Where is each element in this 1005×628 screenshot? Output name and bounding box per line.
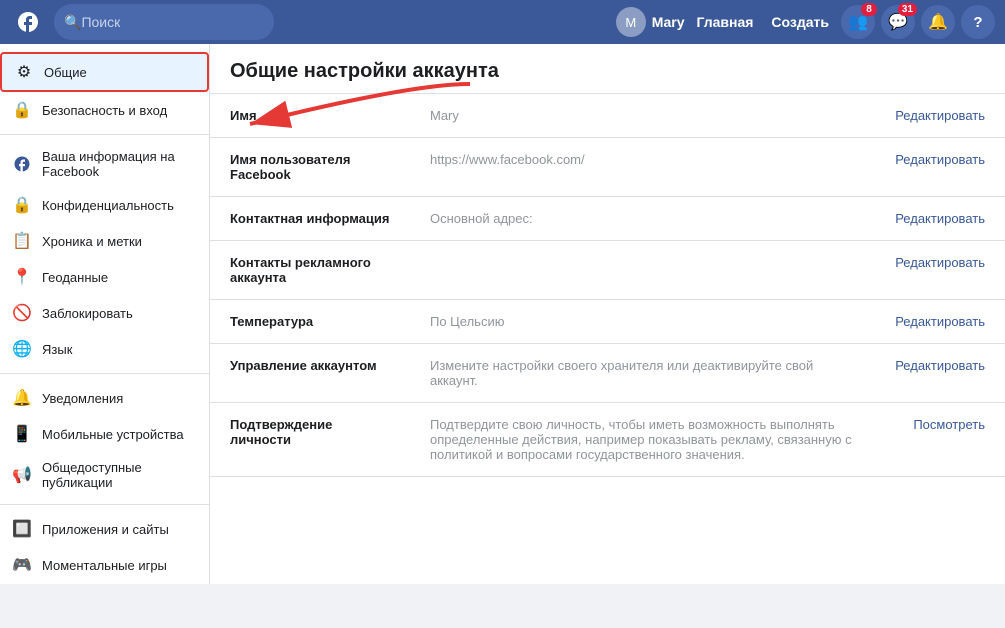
sidebar-label-2: Ваша информация на Facebook bbox=[42, 149, 197, 179]
sidebar-icon-11: 🔲 bbox=[12, 519, 32, 539]
settings-action-6[interactable]: Посмотреть bbox=[875, 403, 1005, 477]
sidebar-item-3[interactable]: 🔒 Конфиденциальность bbox=[0, 187, 209, 223]
sidebar-label-7: Язык bbox=[42, 342, 72, 357]
user-profile-link[interactable]: M Mary bbox=[616, 7, 685, 37]
settings-row-0: ИмяMaryРедактировать bbox=[210, 94, 1005, 138]
create-link[interactable]: Создать bbox=[765, 14, 835, 30]
settings-label-3: Контакты рекламного аккаунта bbox=[210, 241, 410, 300]
sidebar-icon-8: 🔔 bbox=[12, 388, 32, 408]
sidebar-label-11: Приложения и сайты bbox=[42, 522, 169, 537]
main-content: Общие настройки аккаунта ИмяMaryРедактир… bbox=[210, 44, 1005, 584]
sidebar-label-9: Мобильные устройства bbox=[42, 427, 184, 442]
friends-badge: 8 bbox=[861, 3, 877, 16]
sidebar-icon-3: 🔒 bbox=[12, 195, 32, 215]
sidebar-label-4: Хроника и метки bbox=[42, 234, 142, 249]
search-icon: 🔍 bbox=[64, 14, 81, 31]
settings-row-1: Имя пользователя Facebookhttps://www.fac… bbox=[210, 138, 1005, 197]
sidebar-icon-10: 📢 bbox=[12, 465, 32, 485]
sidebar-item-4[interactable]: 📋 Хроника и метки bbox=[0, 223, 209, 259]
sidebar-item-1[interactable]: 🔒 Безопасность и вход bbox=[0, 92, 209, 128]
sidebar-icon-4: 📋 bbox=[12, 231, 32, 251]
settings-row-5: Управление аккаунтомИзмените настройки с… bbox=[210, 344, 1005, 403]
sidebar-label-8: Уведомления bbox=[42, 391, 123, 406]
settings-action-0[interactable]: Редактировать bbox=[875, 94, 1005, 138]
sidebar-item-5[interactable]: 📍 Геоданные bbox=[0, 259, 209, 295]
settings-action-3[interactable]: Редактировать bbox=[875, 241, 1005, 300]
sidebar-item-2[interactable]: Ваша информация на Facebook bbox=[0, 141, 209, 187]
settings-label-0: Имя bbox=[210, 94, 410, 138]
sidebar-label-12: Моментальные игры bbox=[42, 558, 167, 573]
sidebar-item-6[interactable]: 🚫 Заблокировать bbox=[0, 295, 209, 331]
settings-label-5: Управление аккаунтом bbox=[210, 344, 410, 403]
sidebar-icon-9: 📱 bbox=[12, 424, 32, 444]
sidebar-icon-6: 🚫 bbox=[12, 303, 32, 323]
sidebar-icon-2 bbox=[12, 154, 32, 174]
sidebar-item-7[interactable]: 🌐 Язык bbox=[0, 331, 209, 367]
messenger-badge: 31 bbox=[898, 3, 917, 16]
settings-value-6: Подтвердите свою личность, чтобы иметь в… bbox=[410, 403, 875, 477]
sidebar-icon-12: 🎮 bbox=[12, 555, 32, 575]
sidebar-item-0[interactable]: ⚙ Общие bbox=[0, 52, 209, 92]
settings-row-3: Контакты рекламного аккаунта Редактироват… bbox=[210, 241, 1005, 300]
sidebar-item-11[interactable]: 🔲 Приложения и сайты bbox=[0, 511, 209, 547]
settings-value-3 bbox=[410, 241, 875, 300]
sidebar-label-10: Общедоступные публикации bbox=[42, 460, 197, 490]
sidebar-label-5: Геоданные bbox=[42, 270, 108, 285]
settings-label-2: Контактная информация bbox=[210, 197, 410, 241]
settings-value-5: Измените настройки своего хранителя или … bbox=[410, 344, 875, 403]
content-header: Общие настройки аккаунта bbox=[210, 44, 1005, 94]
sidebar-icon-1: 🔒 bbox=[12, 100, 32, 120]
settings-label-4: Температура bbox=[210, 300, 410, 344]
sidebar-item-9[interactable]: 📱 Мобильные устройства bbox=[0, 416, 209, 452]
sidebar-item-12[interactable]: 🎮 Моментальные игры bbox=[0, 547, 209, 583]
settings-value-4: По Цельсию bbox=[410, 300, 875, 344]
sidebar-icon-0: ⚙ bbox=[14, 62, 34, 82]
home-link[interactable]: Главная bbox=[690, 14, 759, 30]
page-title: Общие настройки аккаунта bbox=[230, 60, 985, 83]
sidebar-item-8[interactable]: 🔔 Уведомления bbox=[0, 380, 209, 416]
page-layout: ⚙ Общие 🔒 Безопасность и вход Ваша информаци… bbox=[0, 44, 1005, 584]
settings-value-0: Mary bbox=[410, 94, 875, 138]
settings-label-6: Подтверждение личности bbox=[210, 403, 410, 477]
settings-value-1: https://www.facebook.com/ bbox=[410, 138, 875, 197]
avatar: M bbox=[616, 7, 646, 37]
username-label: Mary bbox=[652, 14, 685, 30]
sidebar-label-0: Общие bbox=[44, 65, 87, 80]
search-input[interactable] bbox=[81, 14, 251, 30]
settings-row-2: Контактная информацияОсновной адрес:Реда… bbox=[210, 197, 1005, 241]
friends-icon-btn[interactable]: 👥 8 bbox=[841, 5, 875, 39]
facebook-logo bbox=[10, 4, 46, 40]
sidebar: ⚙ Общие 🔒 Безопасность и вход Ваша информаци… bbox=[0, 44, 210, 584]
messenger-icon-btn[interactable]: 💬 31 bbox=[881, 5, 915, 39]
settings-action-5[interactable]: Редактировать bbox=[875, 344, 1005, 403]
sidebar-label-6: Заблокировать bbox=[42, 306, 133, 321]
top-navigation: 🔍 M Mary Главная Создать 👥 8 💬 31 🔔 ? bbox=[0, 0, 1005, 44]
sidebar-icon-5: 📍 bbox=[12, 267, 32, 287]
settings-label-1: Имя пользователя Facebook bbox=[210, 138, 410, 197]
settings-row-4: ТемператураПо ЦельсиюРедактировать bbox=[210, 300, 1005, 344]
sidebar-label-1: Безопасность и вход bbox=[42, 103, 167, 118]
notifications-icon-btn[interactable]: 🔔 bbox=[921, 5, 955, 39]
settings-action-4[interactable]: Редактировать bbox=[875, 300, 1005, 344]
settings-action-2[interactable]: Редактировать bbox=[875, 197, 1005, 241]
sidebar-item-10[interactable]: 📢 Общедоступные публикации bbox=[0, 452, 209, 498]
settings-action-1[interactable]: Редактировать bbox=[875, 138, 1005, 197]
search-bar[interactable]: 🔍 bbox=[54, 4, 274, 40]
settings-table: ИмяMaryРедактироватьИмя пользователя Fac… bbox=[210, 94, 1005, 477]
sidebar-icon-7: 🌐 bbox=[12, 339, 32, 359]
help-icon-btn[interactable]: ? bbox=[961, 5, 995, 39]
nav-right: M Mary Главная Создать 👥 8 💬 31 🔔 ? bbox=[616, 5, 995, 39]
settings-row-6: Подтверждение личностиПодтвердите свою л… bbox=[210, 403, 1005, 477]
sidebar-label-3: Конфиденциальность bbox=[42, 198, 174, 213]
settings-value-2: Основной адрес: bbox=[410, 197, 875, 241]
